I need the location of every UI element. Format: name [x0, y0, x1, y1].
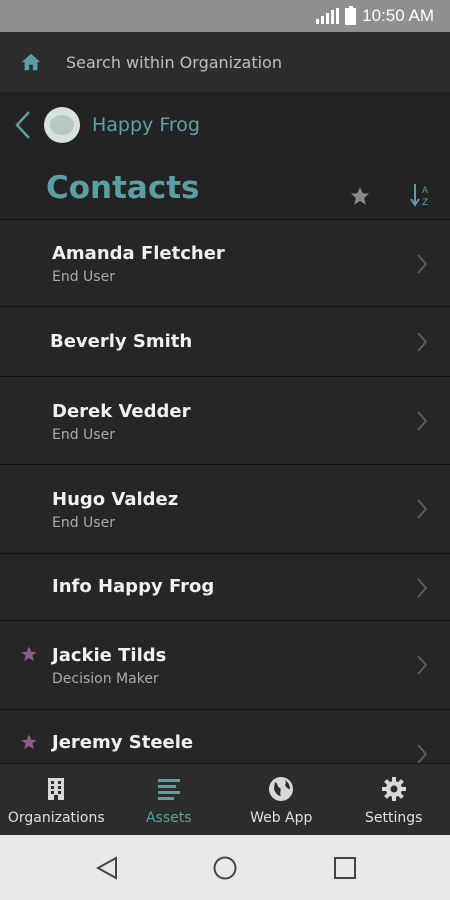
- nav-label: Assets: [145, 810, 192, 826]
- status-bar: 10:50 AM: [0, 0, 450, 32]
- favorite-star-icon: [21, 734, 37, 750]
- contact-name: Beverly Smith: [50, 331, 193, 352]
- status-time: 10:50 AM: [362, 6, 434, 25]
- contact-row[interactable]: Jackie Tilds Decision Maker: [0, 621, 450, 710]
- search-input[interactable]: Search within Organization: [66, 53, 282, 72]
- contact-row[interactable]: Amanda Fletcher End User: [0, 220, 450, 307]
- nav-label: Web App: [250, 810, 313, 826]
- page-title: Contacts: [46, 170, 200, 206]
- globe-icon: [269, 777, 294, 801]
- chevron-right-icon: [417, 254, 428, 274]
- favorite-star-icon: [21, 646, 37, 662]
- organization-avatar: [44, 107, 80, 143]
- building-icon: [48, 778, 65, 800]
- chevron-right-icon: [417, 744, 428, 764]
- chevron-right-icon: [417, 578, 428, 598]
- contact-name: Derek Vedder: [52, 401, 191, 422]
- chevron-right-icon: [417, 655, 428, 675]
- contact-name: Amanda Fletcher: [52, 243, 225, 264]
- contact-name: Hugo Valdez: [52, 489, 179, 510]
- sort-alpha-icon[interactable]: A Z: [410, 182, 432, 208]
- nav-settings[interactable]: Settings: [338, 764, 450, 836]
- contact-name: Info Happy Frog: [52, 576, 215, 597]
- signal-icon: [316, 8, 340, 24]
- bottom-navigation: Organizations Assets Web App Settings: [0, 763, 450, 835]
- contact-name: Jeremy Steele: [52, 732, 194, 753]
- recents-square-icon[interactable]: [332, 855, 358, 881]
- favorites-filter-star-icon[interactable]: [349, 185, 371, 207]
- chevron-right-icon: [417, 499, 428, 519]
- organization-header: Happy Frog: [0, 92, 450, 158]
- contact-role: End User: [52, 515, 115, 531]
- svg-text:Z: Z: [422, 198, 428, 208]
- contact-role: End User: [52, 427, 115, 443]
- organization-name[interactable]: Happy Frog: [92, 114, 200, 136]
- list-icon: [157, 779, 180, 800]
- battery-icon: [345, 5, 357, 25]
- contacts-list: Amanda Fletcher End User Beverly Smith D…: [0, 220, 450, 770]
- back-arrow-icon[interactable]: [14, 109, 32, 141]
- contact-row[interactable]: Derek Vedder End User: [0, 377, 450, 465]
- contact-row[interactable]: Info Happy Frog: [0, 554, 450, 621]
- chevron-right-icon: [417, 332, 428, 352]
- contact-row[interactable]: Beverly Smith: [0, 307, 450, 377]
- svg-text:A: A: [422, 186, 429, 196]
- contact-row[interactable]: Jeremy Steele: [0, 710, 450, 770]
- home-icon[interactable]: [20, 51, 42, 73]
- home-circle-icon[interactable]: [212, 855, 238, 881]
- back-triangle-icon[interactable]: [94, 855, 120, 881]
- nav-organizations[interactable]: Organizations: [0, 764, 113, 836]
- nav-web-app[interactable]: Web App: [225, 764, 338, 836]
- search-bar[interactable]: Search within Organization: [0, 32, 450, 92]
- chevron-right-icon: [417, 411, 428, 431]
- page-header: Contacts A Z: [0, 158, 450, 220]
- contact-role: End User: [52, 269, 115, 285]
- nav-label: Organizations: [7, 810, 105, 826]
- contact-row[interactable]: Hugo Valdez End User: [0, 465, 450, 554]
- status-icons: 10:50 AM: [316, 5, 434, 26]
- system-navigation-bar: [0, 835, 450, 900]
- contact-name: Jackie Tilds: [52, 645, 167, 666]
- nav-assets[interactable]: Assets: [113, 764, 226, 836]
- contact-role: Decision Maker: [52, 671, 159, 687]
- gear-icon: [381, 777, 406, 801]
- nav-label: Settings: [365, 810, 423, 826]
